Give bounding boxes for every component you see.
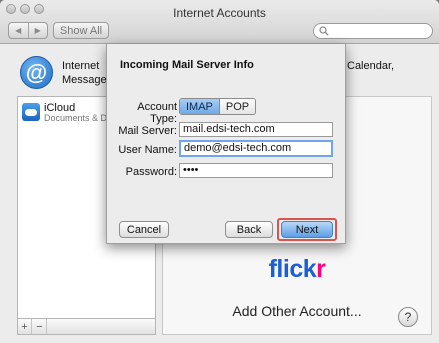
internet-accounts-window: Internet Accounts ◀ ▶ Show All @ Interne… <box>0 0 439 343</box>
user-name-field[interactable]: demo@edsi-tech.com <box>179 140 333 157</box>
sheet-title: Incoming Mail Server Info <box>120 59 254 71</box>
header-description-right: Calendar, <box>347 60 395 72</box>
user-name-label: User Name: <box>118 144 177 156</box>
account-type-label: Account Type: <box>137 101 177 125</box>
back-forward-control: ◀ ▶ <box>8 22 48 39</box>
search-icon <box>319 26 329 36</box>
password-label: Password: <box>125 166 177 178</box>
internet-accounts-icon: @ <box>20 56 53 89</box>
forward-arrow-icon[interactable]: ▶ <box>29 23 48 38</box>
window-title: Internet Accounts <box>173 6 266 20</box>
add-other-account-button[interactable]: Add Other Account... <box>163 303 431 319</box>
account-list-footer: + − <box>17 318 156 335</box>
title-bar: Internet Accounts ◀ ▶ Show All <box>0 0 439 44</box>
account-type-imap-option[interactable]: IMAP <box>180 99 220 114</box>
back-arrow-icon[interactable]: ◀ <box>9 23 29 38</box>
help-button[interactable]: ? <box>398 307 418 327</box>
search-input[interactable] <box>313 23 433 39</box>
next-button[interactable]: Next <box>281 221 333 238</box>
icloud-icon <box>22 103 40 121</box>
add-account-button[interactable]: + <box>18 319 32 334</box>
mail-server-label: Mail Server: <box>118 125 177 137</box>
header-description-line2: Message <box>62 74 107 86</box>
flickr-logo-part1: flick <box>268 255 317 283</box>
account-detail: Documents & Dat <box>44 113 115 123</box>
flickr-logo-part2: r <box>316 255 326 283</box>
account-type-pop-option[interactable]: POP <box>219 99 256 114</box>
incoming-mail-server-sheet: Incoming Mail Server Info Account Type: … <box>106 44 346 244</box>
back-button[interactable]: Back <box>225 221 273 238</box>
password-field[interactable]: •••• <box>179 163 333 178</box>
remove-account-button[interactable]: − <box>33 319 47 334</box>
header-description-line1: Internet <box>62 60 100 72</box>
account-type-segmented-control: IMAP POP <box>179 98 257 115</box>
cancel-button[interactable]: Cancel <box>119 221 169 238</box>
mail-server-field[interactable]: mail.edsi-tech.com <box>179 122 333 137</box>
flickr-provider-logo[interactable]: flickr <box>163 255 431 284</box>
show-all-button[interactable]: Show All <box>53 22 109 39</box>
